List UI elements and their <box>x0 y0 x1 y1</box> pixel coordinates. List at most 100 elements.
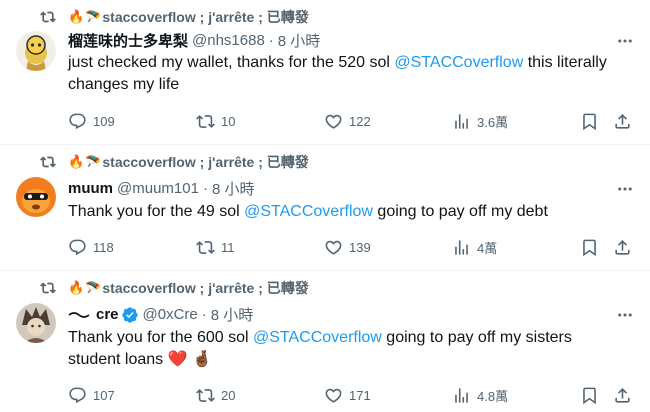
tweet[interactable]: 🔥 🪂 staccoverflow ; j'arrête ; 已轉發 muum … <box>0 145 650 271</box>
views-button[interactable]: 3.6萬 <box>452 111 508 131</box>
retweet-icon <box>40 156 56 168</box>
avatar[interactable] <box>16 177 56 217</box>
reply-count: 118 <box>93 239 114 255</box>
heart-icon <box>325 240 342 255</box>
like-count: 139 <box>349 239 371 255</box>
retweet-icon <box>196 388 215 402</box>
tweet-text: Thank you for the 600 sol @STACCoverflow… <box>68 327 628 371</box>
tweet-text-part: going to pay off my debt <box>372 203 548 220</box>
repost-context: 🔥 🪂 staccoverflow ; j'arrête ; 已轉發 <box>40 8 309 26</box>
repost-count: 10 <box>221 113 236 129</box>
avatar[interactable] <box>16 31 56 71</box>
repost-count: 20 <box>221 387 236 403</box>
action-bar: 107 20 171 4.8萬 <box>68 385 634 405</box>
bookmark-button[interactable] <box>580 237 599 257</box>
timestamp[interactable]: 8 小時 <box>211 304 254 325</box>
tweet-header: 榴莲味的士多卑梨 @nhs1688 · 8 小時 <box>68 30 320 51</box>
retweet-icon <box>40 282 56 294</box>
user-handle[interactable]: @muum101 <box>117 180 199 197</box>
tweet-text-part: Thank you for the 600 sol <box>68 329 253 346</box>
flag-banner-icon <box>68 311 90 318</box>
tweet[interactable]: 🔥 🪂 staccoverflow ; j'arrête ; 已轉發 cre @… <box>0 271 650 412</box>
tweet-header: cre @0xCre · 8 小時 <box>68 304 253 325</box>
avatar[interactable] <box>16 303 56 343</box>
retweet-icon <box>196 240 215 254</box>
tweet-text-part: Thank you for the 49 sol <box>68 203 245 220</box>
share-icon <box>615 239 630 255</box>
tweet-text: just checked my wallet, thanks for the 5… <box>68 52 628 96</box>
fire-emoji: 🔥 <box>68 280 85 295</box>
repost-label[interactable]: staccoverflow ; j'arrête ; 已轉發 <box>102 278 308 298</box>
heart-icon <box>325 388 342 403</box>
share-icon <box>615 113 630 129</box>
bookmark-button[interactable] <box>580 385 599 405</box>
reply-icon <box>69 387 86 403</box>
reply-count: 109 <box>93 113 115 129</box>
repost-context: 🔥 🪂 staccoverflow ; j'arrête ; 已轉發 <box>40 153 309 171</box>
like-button[interactable]: 122 <box>324 111 371 131</box>
views-chart-icon <box>455 113 468 129</box>
repost-label[interactable]: staccoverflow ; j'arrête ; 已轉發 <box>102 7 308 27</box>
bookmark-icon <box>583 239 596 256</box>
views-button[interactable]: 4萬 <box>452 237 497 257</box>
more-options-icon[interactable] <box>616 306 634 324</box>
repost-count: 11 <box>221 239 235 255</box>
more-options-icon[interactable] <box>616 32 634 50</box>
display-name[interactable]: cre <box>96 306 119 323</box>
reply-count: 107 <box>93 387 115 403</box>
share-button[interactable] <box>613 385 632 405</box>
share-icon <box>615 387 630 403</box>
verified-badge-icon <box>121 306 138 323</box>
bookmark-button[interactable] <box>580 111 599 131</box>
repost-label[interactable]: staccoverflow ; j'arrête ; 已轉發 <box>102 152 308 172</box>
mention-link[interactable]: @STACCoverflow <box>253 329 382 346</box>
share-button[interactable] <box>613 111 632 131</box>
views-chart-icon <box>455 387 468 403</box>
like-button[interactable]: 171 <box>324 385 371 405</box>
more-options-icon[interactable] <box>616 180 634 198</box>
repost-button[interactable]: 11 <box>196 237 235 257</box>
user-handle[interactable]: @nhs1688 <box>192 32 265 49</box>
mention-link[interactable]: @STACCoverflow <box>394 54 523 71</box>
fire-emoji: 🔥 <box>68 154 85 169</box>
action-bar: 118 11 139 4萬 <box>68 237 634 257</box>
reply-button[interactable]: 118 <box>68 237 114 257</box>
mention-link[interactable]: @STACCoverflow <box>244 203 373 220</box>
repost-button[interactable]: 10 <box>196 111 235 131</box>
repost-button[interactable]: 20 <box>196 385 235 405</box>
like-button[interactable]: 139 <box>324 237 371 257</box>
tweet[interactable]: 🔥 🪂 staccoverflow ; j'arrête ; 已轉發 榴莲味的士… <box>0 0 650 145</box>
parachute-emoji: 🪂 <box>85 280 102 295</box>
tweet-header: muum @muum101 · 8 小時 <box>68 178 254 199</box>
views-button[interactable]: 4.8萬 <box>452 385 508 405</box>
timestamp[interactable]: 8 小時 <box>212 178 255 199</box>
views-chart-icon <box>455 239 468 255</box>
display-name[interactable]: 榴莲味的士多卑梨 <box>68 30 188 51</box>
like-count: 122 <box>349 113 371 129</box>
repost-context: 🔥 🪂 staccoverflow ; j'arrête ; 已轉發 <box>40 279 309 297</box>
display-name[interactable]: muum <box>68 180 113 197</box>
reply-icon <box>69 239 86 255</box>
bookmark-icon <box>583 387 596 404</box>
view-count: 3.6萬 <box>477 114 509 130</box>
heart-icon <box>325 114 342 129</box>
retweet-icon <box>196 114 215 128</box>
action-bar: 109 10 122 3.6萬 <box>68 111 634 131</box>
tweet-text: Thank you for the 49 sol @STACCoverflow … <box>68 201 628 223</box>
fire-emoji: 🔥 <box>68 9 85 24</box>
separator-dot: · <box>201 306 207 323</box>
share-button[interactable] <box>613 237 632 257</box>
reply-icon <box>69 113 86 129</box>
user-handle[interactable]: @0xCre <box>143 306 198 323</box>
reply-button[interactable]: 107 <box>68 385 115 405</box>
reply-button[interactable]: 109 <box>68 111 115 131</box>
parachute-emoji: 🪂 <box>85 154 102 169</box>
parachute-emoji: 🪂 <box>85 9 102 24</box>
tweet-text-part: just checked my wallet, thanks for the 5… <box>68 54 395 71</box>
timestamp[interactable]: 8 小時 <box>278 30 321 51</box>
like-count: 171 <box>349 387 371 403</box>
separator-dot: · <box>202 180 208 197</box>
bookmark-icon <box>583 113 596 130</box>
view-count: 4萬 <box>477 240 498 256</box>
separator-dot: · <box>268 32 274 49</box>
